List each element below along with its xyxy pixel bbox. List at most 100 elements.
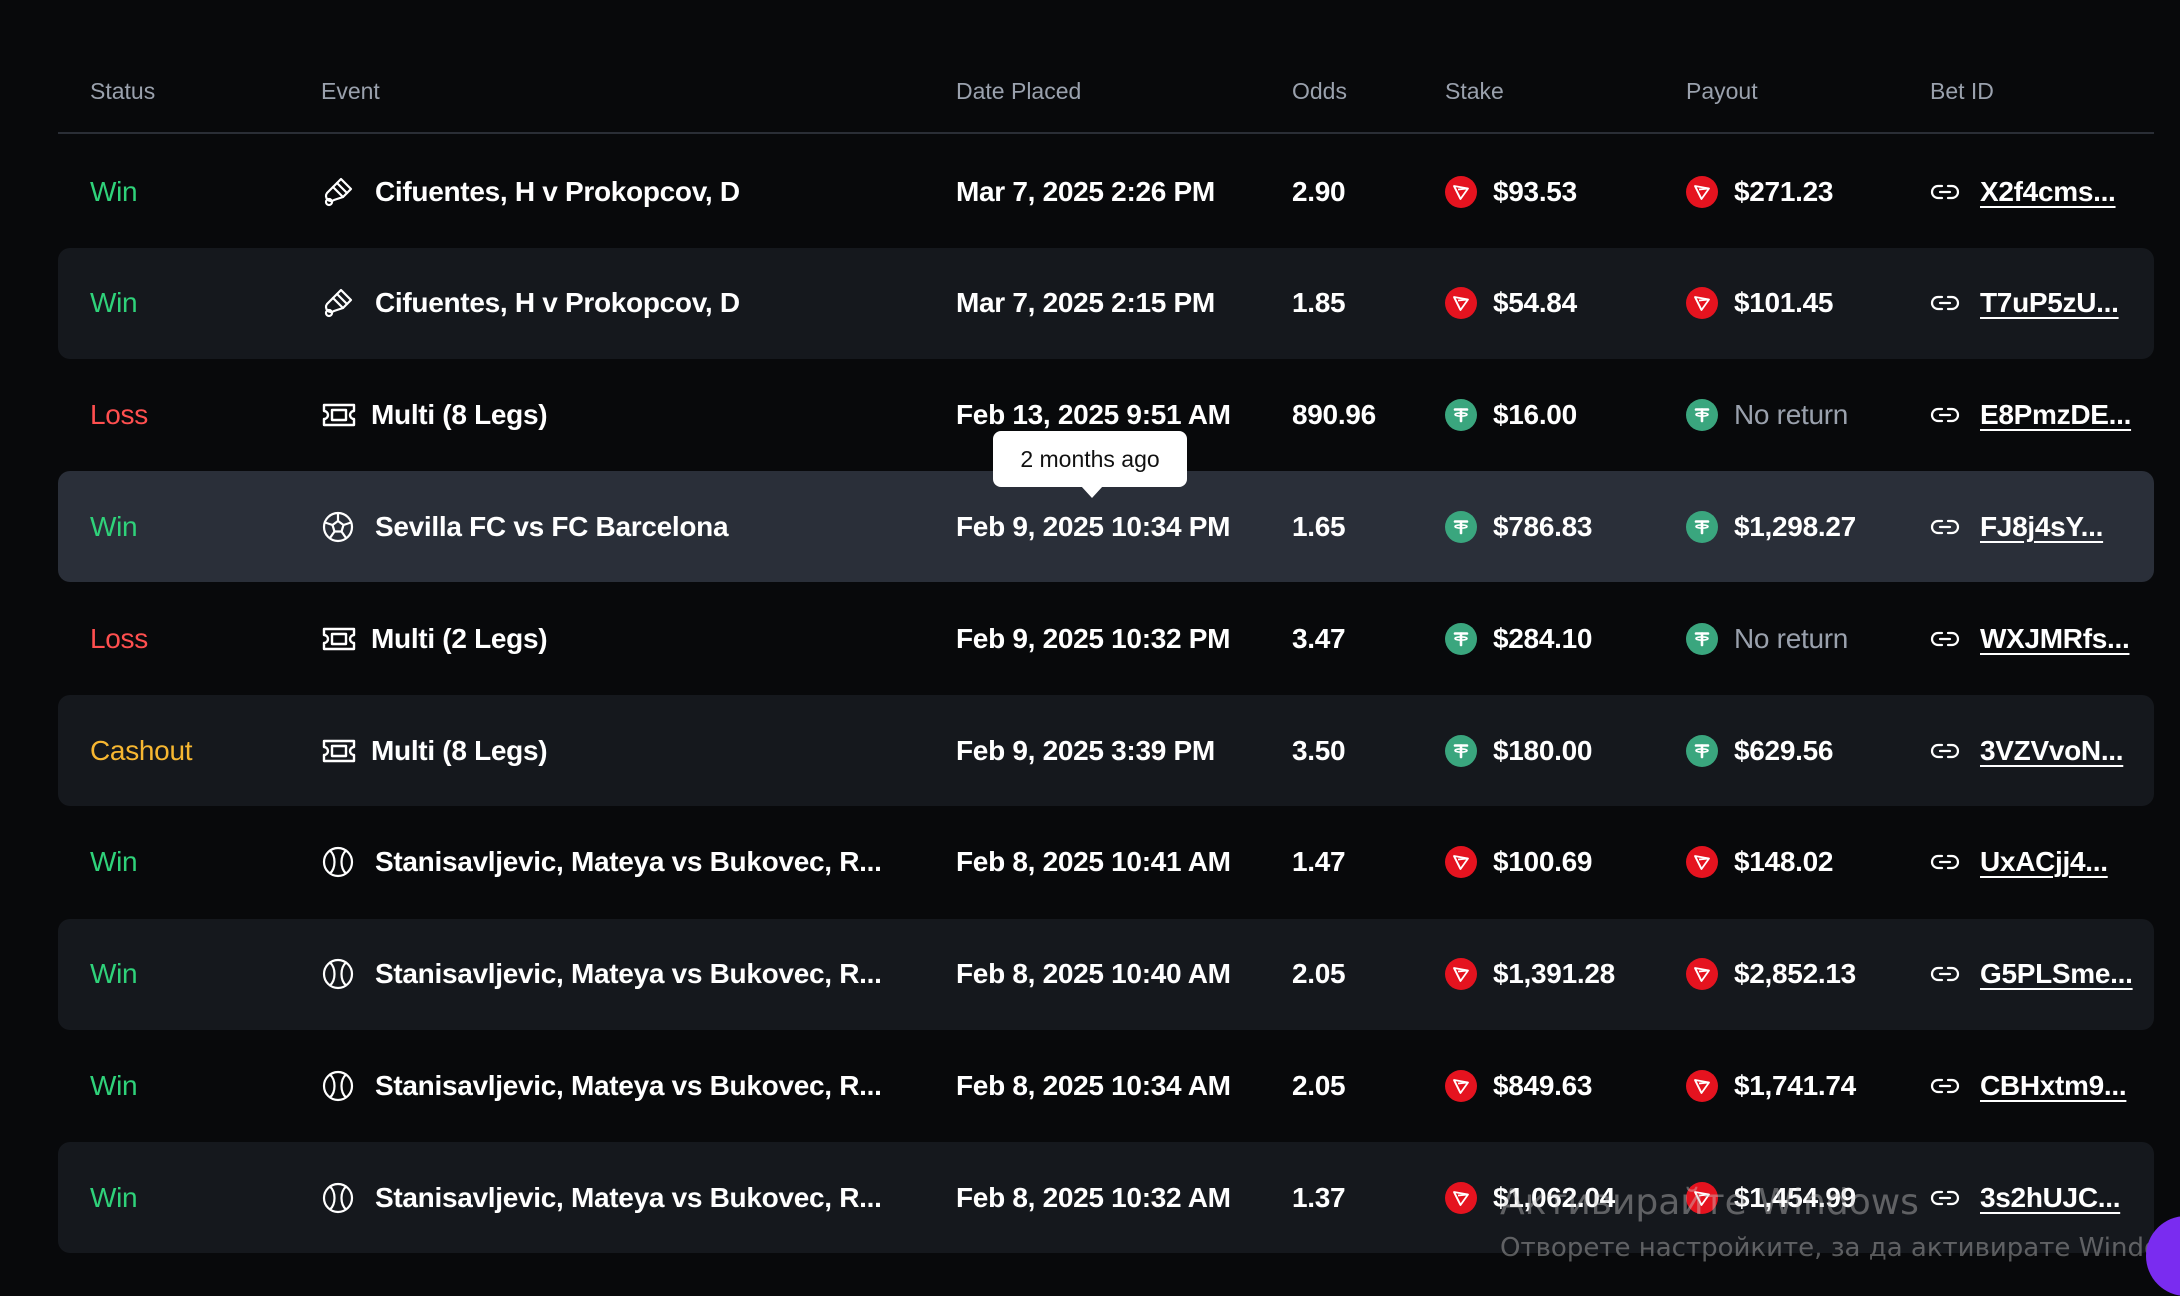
stake-cell: $16.00 xyxy=(1445,360,1577,471)
odds-value: 2.05 xyxy=(1292,958,1346,990)
stake-amount: $54.84 xyxy=(1493,287,1577,319)
event-name: Stanisavljevic, Mateya vs Bukovec, R... xyxy=(375,846,882,878)
bet-id-cell[interactable]: FJ8j4sY... xyxy=(1930,471,2103,582)
column-header-event[interactable]: Event xyxy=(321,78,380,105)
event-cell[interactable]: Stanisavljevic, Mateya vs Bukovec, R... xyxy=(321,919,882,1030)
bet-status: Win xyxy=(90,958,138,990)
trx-coin-icon xyxy=(1445,287,1477,320)
table-header: Status Event Date Placed Odds Stake Payo… xyxy=(58,0,2154,134)
link-icon xyxy=(1930,404,1962,426)
bet-id-link[interactable]: G5PLSme... xyxy=(1980,958,2133,990)
date-placed: Feb 8, 2025 10:32 AM xyxy=(956,1181,1231,1213)
event-name: Stanisavljevic, Mateya vs Bukovec, R... xyxy=(375,958,882,990)
bet-status: Win xyxy=(90,846,138,878)
column-header-status[interactable]: Status xyxy=(90,78,155,105)
payout-cell: No return xyxy=(1686,583,1848,694)
event-cell[interactable]: Stanisavljevic, Mateya vs Bukovec, R... xyxy=(321,807,882,918)
table-row[interactable]: Loss Multi (2 Legs) Feb 9, 2025 10:32 PM 3.… xyxy=(58,583,2154,694)
event-cell[interactable]: Sevilla FC vs FC Barcelona xyxy=(321,471,729,582)
event-cell[interactable]: Stanisavljevic, Mateya vs Bukovec, R... xyxy=(321,1142,882,1253)
tooltip-text: 2 months ago xyxy=(1020,445,1160,472)
date-placed: Feb 9, 2025 10:32 PM xyxy=(956,622,1231,654)
event-name: Sevilla FC vs FC Barcelona xyxy=(375,510,729,542)
column-header-odds[interactable]: Odds xyxy=(1292,78,1347,105)
link-icon xyxy=(1930,740,1962,762)
bet-id-link[interactable]: CBHxtm9... xyxy=(1980,1070,2127,1102)
stake-amount: $93.53 xyxy=(1493,175,1577,207)
date-tooltip: 2 months ago xyxy=(993,431,1187,498)
event-cell[interactable]: Stanisavljevic, Mateya vs Bukovec, R... xyxy=(321,1030,882,1141)
bet-id-link[interactable]: T7uP5zU... xyxy=(1980,287,2119,319)
bet-status: Cashout xyxy=(90,734,193,766)
event-cell[interactable]: Cifuentes, H v Prokopcov, D xyxy=(321,136,740,247)
bet-id-cell[interactable]: WXJMRfs... xyxy=(1930,583,2130,694)
column-header-date[interactable]: Date Placed xyxy=(956,78,1081,105)
event-cell[interactable]: Multi (8 Legs) xyxy=(321,695,548,806)
trx-coin-icon xyxy=(1445,958,1477,991)
multi-ticket-icon xyxy=(321,398,357,432)
stake-amount: $16.00 xyxy=(1493,399,1577,431)
link-icon xyxy=(1930,292,1962,314)
payout-cell: $1,741.74 xyxy=(1686,1030,1856,1141)
trx-coin-icon xyxy=(1445,1069,1477,1102)
event-name: Multi (8 Legs) xyxy=(371,734,548,766)
table-row[interactable]: Win Cifuentes, H v Prokopcov, D Mar 7, 202… xyxy=(58,247,2154,359)
usdt-coin-icon xyxy=(1445,622,1477,655)
table-row[interactable]: Win Sevilla FC vs FC Barcelona Feb 9, 2025… xyxy=(58,471,2154,583)
column-header-bet-id[interactable]: Bet ID xyxy=(1930,78,1994,105)
stake-amount: $849.63 xyxy=(1493,1069,1593,1101)
payout-cell: $101.45 xyxy=(1686,248,1833,359)
odds-value: 2.05 xyxy=(1292,1069,1346,1101)
bet-id-cell[interactable]: T7uP5zU... xyxy=(1930,248,2119,359)
bet-id-cell[interactable]: UxACjj4... xyxy=(1930,807,2108,918)
stake-cell: $284.10 xyxy=(1445,583,1592,694)
payout-amount: No return xyxy=(1734,622,1849,654)
usdt-coin-icon xyxy=(1686,399,1718,432)
bet-id-link[interactable]: X2f4cms... xyxy=(1980,176,2116,208)
event-cell[interactable]: Multi (2 Legs) xyxy=(321,583,548,694)
table-row[interactable]: Win Stanisavljevic, Mateya vs Bukovec, R.… xyxy=(58,1030,2154,1141)
table-row[interactable]: Win Cifuentes, H v Prokopcov, D Mar 7, 202… xyxy=(58,136,2154,247)
trx-coin-icon xyxy=(1686,175,1718,208)
bet-id-link[interactable]: E8PmzDE... xyxy=(1980,399,2131,431)
event-cell[interactable]: Cifuentes, H v Prokopcov, D xyxy=(321,248,740,359)
bet-id-cell[interactable]: X2f4cms... xyxy=(1930,136,2116,247)
bet-id-link[interactable]: WXJMRfs... xyxy=(1980,623,2130,655)
odds-value: 3.50 xyxy=(1292,734,1346,766)
payout-cell: $2,852.13 xyxy=(1686,919,1856,1030)
bet-id-link[interactable]: UxACjj4... xyxy=(1980,846,2108,878)
table-row[interactable]: Win Stanisavljevic, Mateya vs Bukovec, R.… xyxy=(58,918,2154,1030)
payout-amount: $101.45 xyxy=(1734,287,1834,319)
stake-amount: $786.83 xyxy=(1493,510,1593,542)
date-placed: Feb 8, 2025 10:40 AM xyxy=(956,958,1231,990)
usdt-coin-icon xyxy=(1686,734,1718,767)
bet-id-cell[interactable]: G5PLSme... xyxy=(1930,919,2133,1030)
bet-id-cell[interactable]: CBHxtm9... xyxy=(1930,1030,2127,1141)
stake-cell: $93.53 xyxy=(1445,136,1577,247)
link-icon xyxy=(1930,963,1962,985)
payout-cell: $1,298.27 xyxy=(1686,471,1856,582)
bet-id-cell[interactable]: 3VZVvoN... xyxy=(1930,695,2124,806)
link-icon xyxy=(1930,181,1962,203)
table-row[interactable]: Cashout Multi (8 Legs) Feb 9, 2025 3:39 PM… xyxy=(58,695,2154,806)
event-name: Multi (8 Legs) xyxy=(371,399,548,431)
date-placed: Feb 8, 2025 10:34 AM xyxy=(956,1069,1231,1101)
usdt-coin-icon xyxy=(1445,734,1477,767)
usdt-coin-icon xyxy=(1445,510,1477,543)
odds-value: 1.65 xyxy=(1292,510,1346,542)
bet-id-cell[interactable]: E8PmzDE... xyxy=(1930,360,2131,471)
event-name: Stanisavljevic, Mateya vs Bukovec, R... xyxy=(375,1181,882,1213)
event-cell[interactable]: Multi (8 Legs) xyxy=(321,360,548,471)
trx-coin-icon xyxy=(1445,175,1477,208)
tennis-ball-icon xyxy=(321,845,355,879)
table-row[interactable]: Win Stanisavljevic, Mateya vs Bukovec, R.… xyxy=(58,807,2154,918)
trx-coin-icon xyxy=(1445,1181,1477,1214)
payout-amount: $1,741.74 xyxy=(1734,1069,1856,1101)
column-header-stake[interactable]: Stake xyxy=(1445,78,1504,105)
event-name: Stanisavljevic, Mateya vs Bukovec, R... xyxy=(375,1069,882,1101)
bet-id-link[interactable]: 3VZVvoN... xyxy=(1980,735,2124,767)
usdt-coin-icon xyxy=(1686,510,1718,543)
payout-cell: $271.23 xyxy=(1686,136,1833,247)
bet-id-link[interactable]: FJ8j4sY... xyxy=(1980,511,2103,543)
column-header-payout[interactable]: Payout xyxy=(1686,78,1758,105)
